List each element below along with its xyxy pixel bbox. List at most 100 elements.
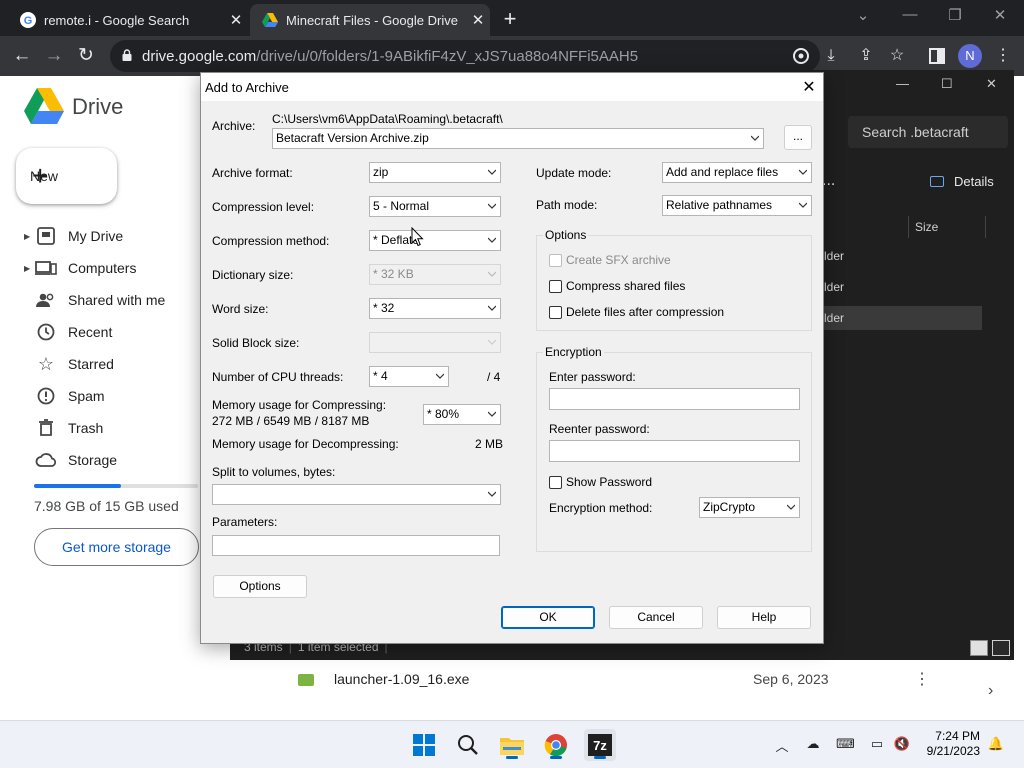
sidebar-item-my-drive[interactable]: ▶ My Drive	[24, 224, 200, 248]
close-icon[interactable]: ✕	[986, 76, 997, 92]
computers-icon	[34, 258, 58, 278]
compression-level-select[interactable]: 5 - Normal	[369, 196, 501, 217]
get-more-storage-button[interactable]: Get more storage	[34, 528, 199, 566]
password-input[interactable]	[549, 388, 800, 410]
lock-icon	[122, 49, 132, 61]
reenter-password-input[interactable]	[549, 440, 800, 462]
details-pane-button[interactable]: Details	[930, 174, 994, 189]
bookmark-star-icon[interactable]: ☆	[886, 45, 908, 67]
split-volumes-label: Split to volumes, bytes:	[212, 465, 336, 479]
column-header-size[interactable]: Size	[908, 216, 986, 238]
cpu-threads-select[interactable]: * 4	[369, 366, 449, 387]
archive-path: C:\Users\vm6\AppData\Roaming\.betacraft\	[272, 112, 503, 126]
options-button[interactable]: Options	[213, 575, 307, 598]
onedrive-icon[interactable]: ☁	[804, 736, 822, 752]
solid-block-size-select[interactable]	[369, 332, 501, 353]
compress-shared-checkbox[interactable]: Compress shared files	[549, 279, 685, 293]
google-lens-icon[interactable]	[790, 45, 812, 67]
explorer-search-input[interactable]: Search .betacraft	[848, 116, 1008, 148]
sidebar-item-starred[interactable]: ☆ Starred	[24, 352, 200, 376]
file-row[interactable]: lder	[824, 275, 982, 299]
forward-icon[interactable]: →	[42, 44, 66, 68]
sidebar-item-label: Storage	[68, 452, 118, 468]
tab-google-search[interactable]: G remote.i - Google Search ✕	[8, 4, 248, 36]
help-button[interactable]: Help	[717, 606, 811, 629]
sidebar-item-label: Computers	[68, 260, 137, 276]
profile-avatar[interactable]: N	[958, 44, 982, 68]
search-icon[interactable]	[452, 729, 484, 761]
browse-button[interactable]: ...	[784, 125, 812, 150]
close-icon[interactable]: ✕	[799, 77, 819, 97]
share-icon[interactable]: ⇪	[855, 45, 877, 67]
7zip-icon[interactable]: 7z	[584, 729, 616, 761]
mouse-cursor-icon	[411, 227, 424, 247]
expand-caret-icon[interactable]: ▶	[24, 232, 34, 241]
clock-icon	[34, 322, 58, 342]
close-icon[interactable]: ✕	[466, 11, 490, 29]
split-volumes-combo[interactable]	[212, 484, 501, 505]
create-sfx-checkbox[interactable]: Create SFX archive	[549, 253, 671, 267]
back-icon[interactable]: ←	[10, 44, 34, 68]
tiles-view-icon[interactable]	[992, 640, 1010, 656]
new-tab-button[interactable]: +	[498, 6, 522, 32]
chrome-icon[interactable]	[540, 729, 572, 761]
people-icon	[34, 290, 58, 310]
archive-name-combo[interactable]: Betacraft Version Archive.zip	[272, 128, 764, 149]
sidebar-item-spam[interactable]: Spam	[24, 384, 200, 408]
close-icon[interactable]: ✕	[224, 11, 248, 29]
app-name: Drive	[72, 94, 124, 119]
dictionary-size-select[interactable]: * 32 KB	[369, 264, 501, 285]
update-mode-select[interactable]: Add and replace files	[662, 162, 812, 183]
side-panel-icon[interactable]	[926, 45, 948, 67]
compression-method-select[interactable]: * Deflate	[369, 230, 501, 251]
chevron-down-icon	[488, 271, 496, 277]
close-window-icon[interactable]: ✕	[985, 6, 1015, 24]
memory-percent-select[interactable]: * 80%	[423, 404, 501, 425]
keyboard-icon[interactable]: ⌨	[836, 736, 855, 752]
memory-compress-label: Memory usage for Compressing:	[212, 398, 387, 412]
encryption-method-select[interactable]: ZipCrypto	[699, 497, 800, 518]
sidebar-item-trash[interactable]: Trash	[24, 416, 200, 440]
delete-after-checkbox[interactable]: Delete files after compression	[549, 305, 724, 319]
chevron-up-icon[interactable]: ︿	[773, 736, 791, 754]
path-mode-select[interactable]: Relative pathnames	[662, 195, 812, 216]
details-view-icon[interactable]	[970, 640, 988, 656]
minimize-icon[interactable]: —	[895, 6, 925, 23]
minimize-icon[interactable]: —	[896, 76, 909, 91]
word-size-select[interactable]: * 32	[369, 298, 501, 319]
maximize-icon[interactable]: ☐	[941, 76, 953, 92]
tab-google-drive[interactable]: Minecraft Files - Google Drive ✕	[250, 4, 490, 36]
file-explorer-icon[interactable]	[496, 729, 528, 761]
chevron-right-icon[interactable]: ›	[988, 682, 993, 700]
sidebar-item-shared[interactable]: Shared with me	[24, 288, 200, 312]
file-name[interactable]: launcher-1.09_16.exe	[334, 671, 469, 687]
more-options-icon[interactable]: ...	[822, 172, 835, 190]
more-actions-icon[interactable]: ⋮	[914, 669, 930, 689]
network-icon[interactable]: ▭	[868, 736, 886, 752]
checkbox-icon	[549, 279, 562, 293]
file-row-selected[interactable]: lder	[824, 306, 982, 330]
install-app-icon[interactable]: ⤓	[820, 45, 842, 67]
sidebar-item-storage[interactable]: Storage	[24, 448, 200, 472]
sidebar-item-label: Recent	[68, 324, 113, 340]
volume-muted-icon[interactable]: 🔇	[893, 736, 911, 752]
taskbar-clock[interactable]: 7:24 PM 9/21/2023	[918, 729, 980, 759]
cancel-button[interactable]: Cancel	[609, 606, 703, 629]
ok-button[interactable]: OK	[501, 606, 595, 629]
reload-icon[interactable]: ↻	[74, 44, 98, 68]
solid-block-size-label: Solid Block size:	[212, 336, 300, 350]
restore-icon[interactable]: ❐	[940, 6, 970, 24]
new-button[interactable]: + New	[16, 148, 117, 204]
windows-start-icon[interactable]	[408, 729, 440, 761]
notification-bell-icon[interactable]: 🔔	[987, 736, 1005, 752]
show-password-checkbox[interactable]: Show Password	[549, 475, 652, 489]
address-bar[interactable]: drive.google.com/drive/u/0/folders/1-9AB…	[110, 40, 820, 72]
tab-search-chevron-icon[interactable]: ⌄	[848, 6, 878, 24]
sidebar-item-recent[interactable]: Recent	[24, 320, 200, 344]
archive-format-select[interactable]: zip	[369, 162, 501, 183]
parameters-input[interactable]	[212, 535, 500, 556]
file-row[interactable]: lder	[824, 244, 982, 268]
sidebar-item-computers[interactable]: ▶ Computers	[24, 256, 200, 280]
menu-icon[interactable]: ⋮	[992, 45, 1014, 67]
expand-caret-icon[interactable]: ▶	[24, 264, 34, 273]
